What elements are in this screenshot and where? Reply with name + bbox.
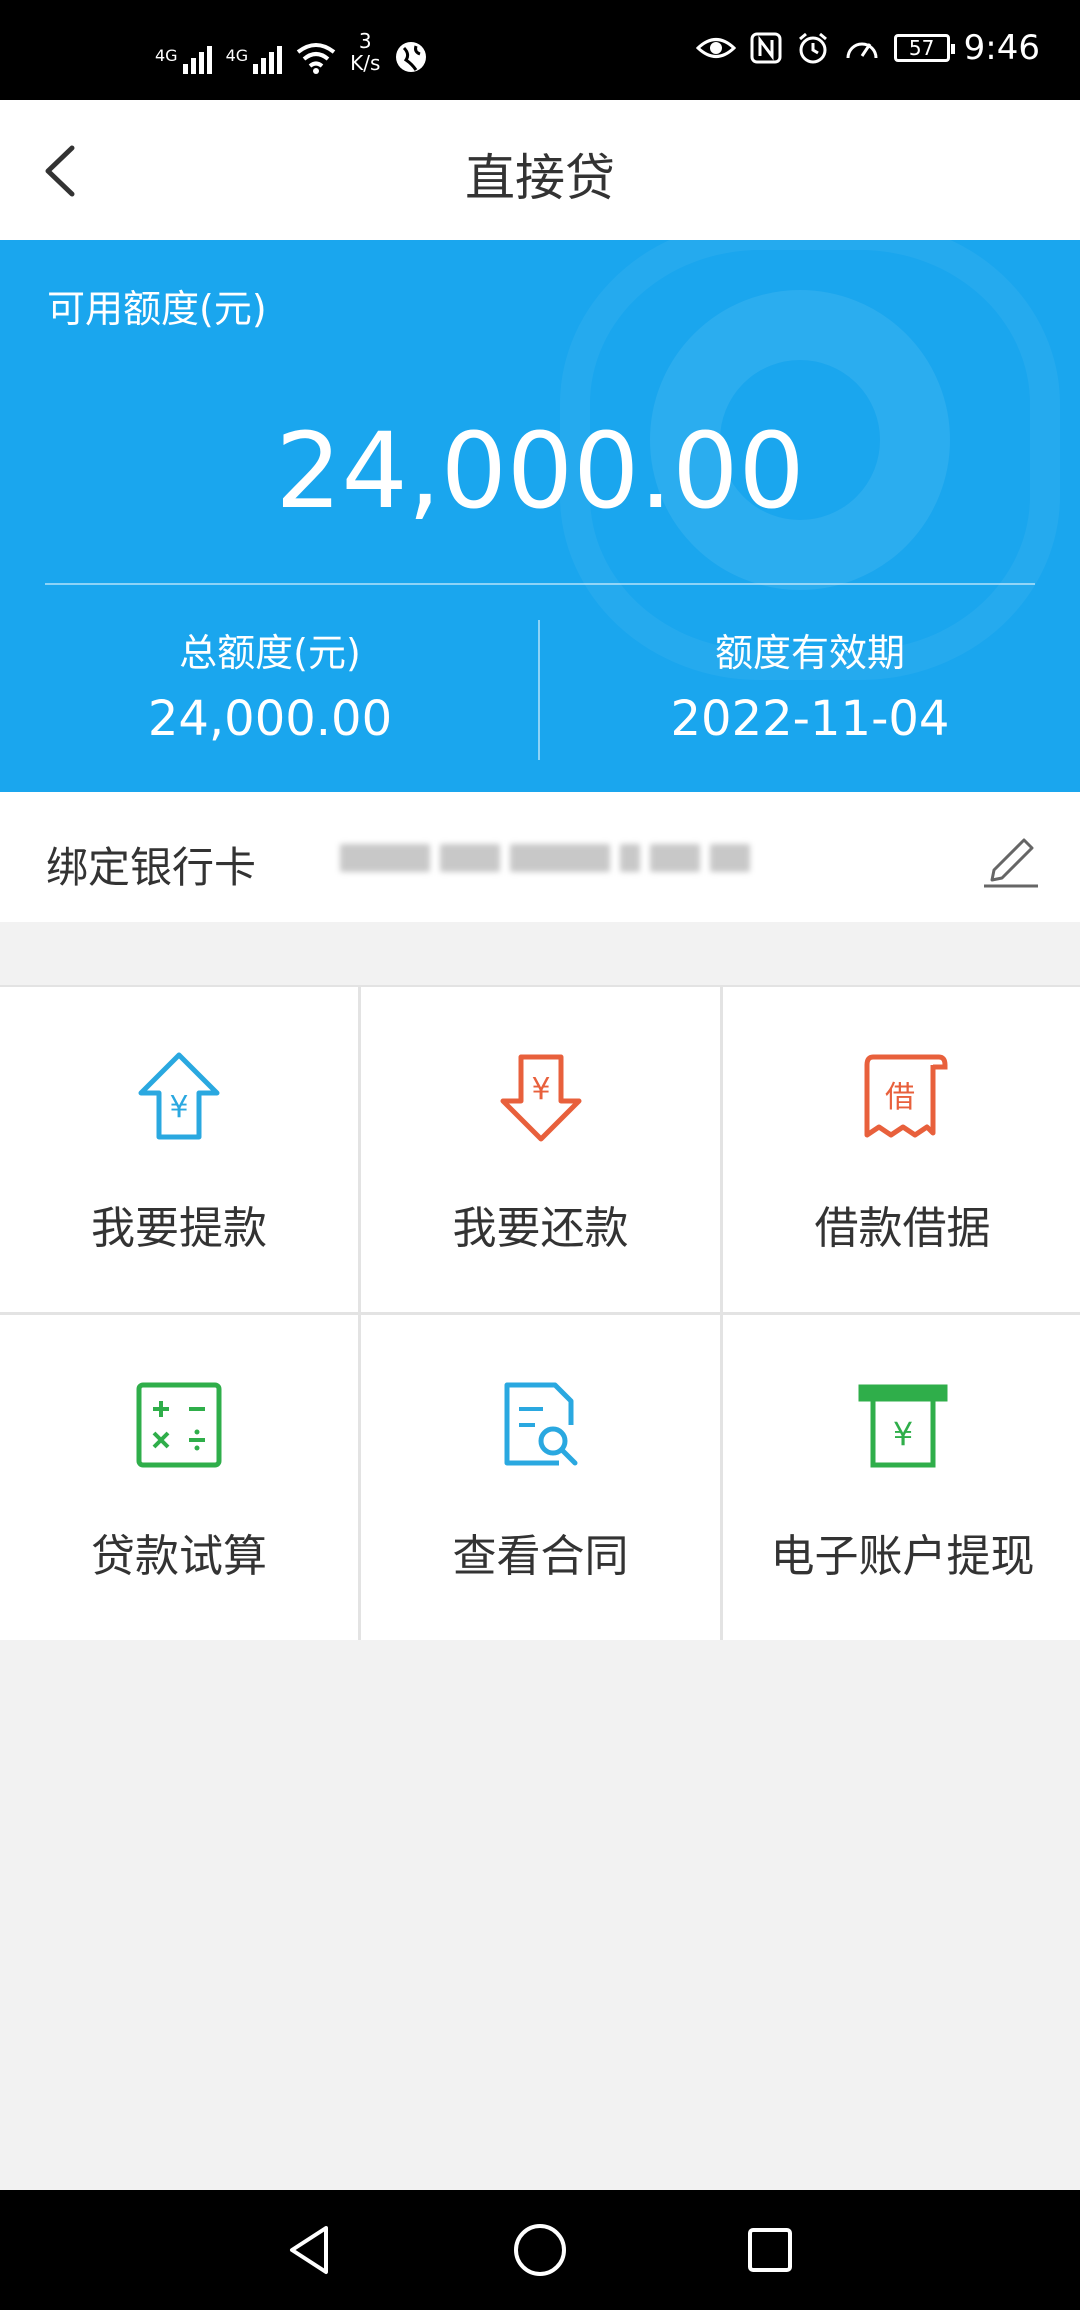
battery-level: 57 [908, 36, 935, 60]
speed-value: 3 [358, 29, 372, 53]
e-account-withdraw-label: 电子账户提现 [770, 1531, 1035, 1582]
page-header: 直接贷 [0, 100, 1080, 240]
masked-bank-card-number [340, 830, 760, 886]
total-credit-value: 24,000.00 [147, 691, 393, 747]
loan-receipt-button[interactable]: 借 借款借据 [723, 987, 1080, 1312]
nfc-icon [750, 32, 782, 64]
view-contract-button[interactable]: 查看合同 [361, 1315, 720, 1640]
svg-text:¥: ¥ [892, 1415, 912, 1453]
status-left: 4G 4G 3 K/s [155, 30, 428, 74]
credit-validity: 额度有效期 2022-11-04 [540, 622, 1080, 747]
svg-text:¥: ¥ [169, 1090, 188, 1125]
eye-icon [695, 38, 736, 58]
contract-search-icon [504, 1382, 577, 1466]
nav-home-icon[interactable] [510, 2220, 570, 2280]
available-credit-label: 可用额度(元) [47, 287, 267, 331]
calculator-icon [136, 1382, 222, 1468]
speed-unit: K/s [350, 51, 381, 75]
view-contract-label: 查看合同 [452, 1531, 629, 1582]
loan-receipt-label: 借款借据 [814, 1203, 991, 1254]
total-credit: 总额度(元) 24,000.00 [0, 622, 540, 747]
signal-icon-2: 4G [226, 46, 283, 74]
repay-yuan-icon: ¥ [500, 1054, 581, 1142]
svg-text:¥: ¥ [531, 1072, 550, 1107]
globe-icon [396, 42, 427, 72]
signal-icon: 4G [155, 46, 212, 74]
nav-recents-icon[interactable] [740, 2220, 800, 2280]
bound-bank-card-row[interactable]: 绑定银行卡 [0, 792, 1080, 922]
withdraw-button[interactable]: ¥ 我要提款 [0, 987, 358, 1312]
receipt-icon: 借 [864, 1054, 947, 1138]
e-account-withdraw-button[interactable]: ¥ 电子账户提现 [723, 1315, 1080, 1640]
divider [45, 583, 1035, 585]
speedometer-icon [846, 42, 878, 59]
credit-summary-card: 可用额度(元) 24,000.00 总额度(元) 24,000.00 额度有效期… [0, 240, 1080, 792]
repay-button[interactable]: ¥ 我要还款 [361, 987, 720, 1312]
network-type-2: 4G [225, 46, 249, 65]
action-grid: ¥ 我要提款 ¥ 我要还款 借 借款借据 贷款试算 查看合同 ¥ 电子账户提现 [0, 985, 1080, 1640]
status-right: 57 9:46 [695, 28, 1040, 68]
bound-bank-card-label: 绑定银行卡 [46, 843, 257, 892]
atm-withdraw-icon: ¥ [858, 1384, 947, 1468]
available-credit-amount: 24,000.00 [275, 410, 805, 532]
total-credit-label: 总额度(元) [179, 631, 361, 675]
receipt-glyph: 借 [885, 1080, 915, 1115]
loan-calculator-label: 贷款试算 [91, 1531, 267, 1582]
battery-icon: 57 [893, 34, 955, 62]
nav-back-icon[interactable] [280, 2220, 340, 2280]
withdraw-yuan-icon: ¥ [138, 1052, 220, 1140]
page-title: 直接贷 [465, 149, 615, 207]
credit-validity-value: 2022-11-04 [670, 691, 950, 747]
network-type-1: 4G [155, 46, 178, 65]
network-speed: 3 K/s [350, 30, 380, 74]
system-nav-bar [0, 2190, 1080, 2310]
clock-time: 9:46 [963, 28, 1040, 68]
pencil-icon[interactable] [976, 822, 1046, 892]
withdraw-label: 我要提款 [91, 1203, 267, 1254]
credit-validity-label: 额度有效期 [714, 631, 905, 675]
wifi-icon [296, 43, 336, 74]
loan-calculator-button[interactable]: 贷款试算 [0, 1315, 358, 1640]
status-bar: 4G 4G 3 K/s 57 9:46 [0, 0, 1080, 100]
alarm-icon [798, 32, 827, 64]
repay-label: 我要还款 [452, 1203, 629, 1254]
